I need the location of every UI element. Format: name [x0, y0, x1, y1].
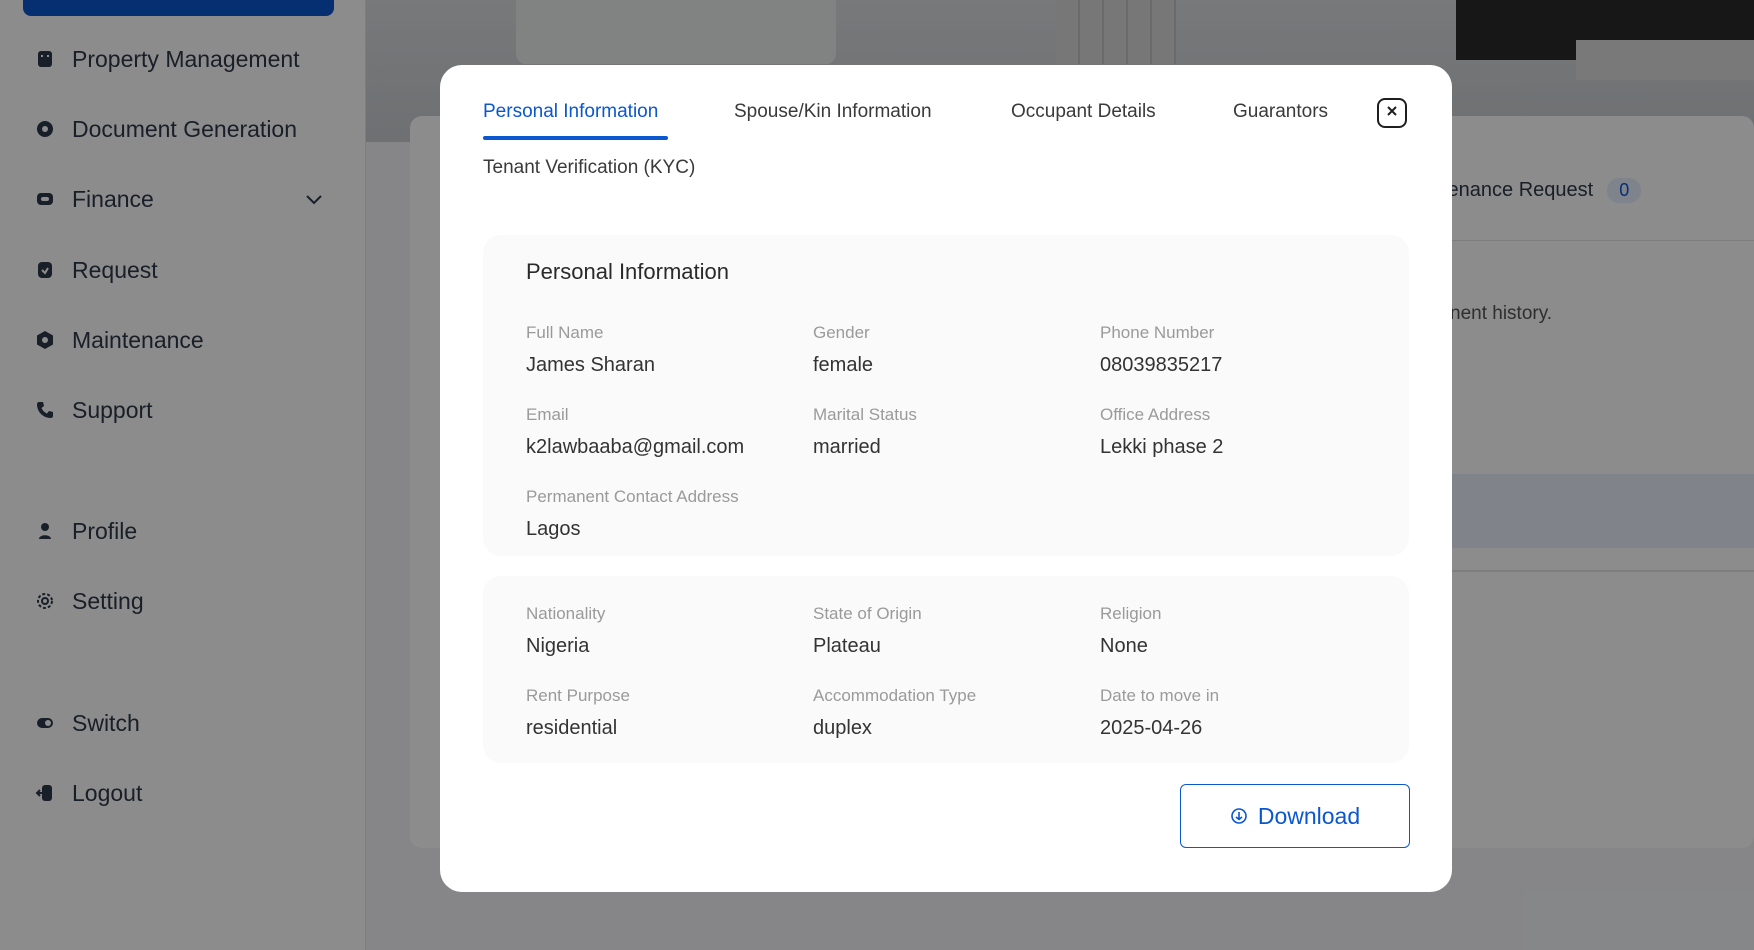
additional-info-panel: Nationality Nigeria State of Origin Plat… — [483, 576, 1409, 763]
field-value: 08039835217 — [1100, 354, 1223, 376]
field-value: Nigeria — [526, 635, 590, 657]
close-icon — [1385, 104, 1399, 123]
field-value: k2lawbaaba@gmail.com — [526, 436, 745, 458]
tab-guarantors[interactable]: Guarantors — [1233, 101, 1328, 123]
field-value: female — [813, 354, 874, 376]
field-value: residential — [526, 717, 618, 739]
field-accommodation-type: Accommodation Type duplex — [813, 686, 976, 740]
field-value: 2025-04-26 — [1100, 717, 1203, 739]
close-button[interactable] — [1377, 98, 1407, 128]
field-value: Lagos — [526, 518, 581, 540]
field-label: Date to move in — [1100, 686, 1220, 705]
field-marital-status: Marital Status married — [813, 405, 917, 459]
tab-tenant-verification[interactable]: Tenant Verification (KYC) — [483, 157, 695, 179]
field-gender: Gender female — [813, 323, 873, 377]
field-move-in-date: Date to move in 2025-04-26 — [1100, 686, 1219, 740]
field-value: None — [1100, 635, 1148, 657]
tab-personal-information[interactable]: Personal Information — [483, 101, 658, 123]
field-label: Permanent Contact Address — [526, 487, 739, 506]
field-label: Religion — [1100, 604, 1162, 623]
tab-spouse-kin-information[interactable]: Spouse/Kin Information — [734, 101, 932, 123]
field-religion: Religion None — [1100, 604, 1161, 658]
download-icon — [1230, 807, 1248, 825]
download-label: Download — [1257, 802, 1361, 829]
tenant-details-modal: Personal Information Spouse/Kin Informat… — [440, 65, 1452, 892]
field-value: Lekki phase 2 — [1100, 436, 1224, 458]
active-tab-indicator — [483, 136, 668, 140]
field-label: Gender — [813, 323, 870, 342]
field-full-name: Full Name James Sharan — [526, 323, 655, 377]
field-label: Phone Number — [1100, 323, 1215, 342]
field-rent-purpose: Rent Purpose residential — [526, 686, 630, 740]
field-label: Rent Purpose — [526, 686, 630, 705]
field-state-of-origin: State of Origin Plateau — [813, 604, 922, 658]
field-label: Nationality — [526, 604, 606, 623]
field-value: James Sharan — [526, 354, 655, 376]
download-button[interactable]: Download — [1180, 784, 1410, 848]
tab-occupant-details[interactable]: Occupant Details — [1011, 101, 1156, 123]
field-label: Email — [526, 405, 569, 424]
personal-info-panel: Personal Information Full Name James Sha… — [483, 235, 1409, 556]
field-label: Full Name — [526, 323, 604, 342]
field-nationality: Nationality Nigeria — [526, 604, 605, 658]
field-label: Marital Status — [813, 405, 917, 424]
field-value: duplex — [813, 717, 872, 739]
field-value: married — [813, 436, 881, 458]
field-value: Plateau — [813, 635, 881, 657]
field-email: Email k2lawbaaba@gmail.com — [526, 405, 744, 459]
field-office-address: Office Address Lekki phase 2 — [1100, 405, 1223, 459]
field-label: Accommodation Type — [813, 686, 977, 705]
field-phone-number: Phone Number 08039835217 — [1100, 323, 1222, 377]
field-label: Office Address — [1100, 405, 1211, 424]
section-title: Personal Information — [526, 259, 729, 284]
field-permanent-address: Permanent Contact Address Lagos — [526, 487, 739, 541]
field-label: State of Origin — [813, 604, 922, 623]
